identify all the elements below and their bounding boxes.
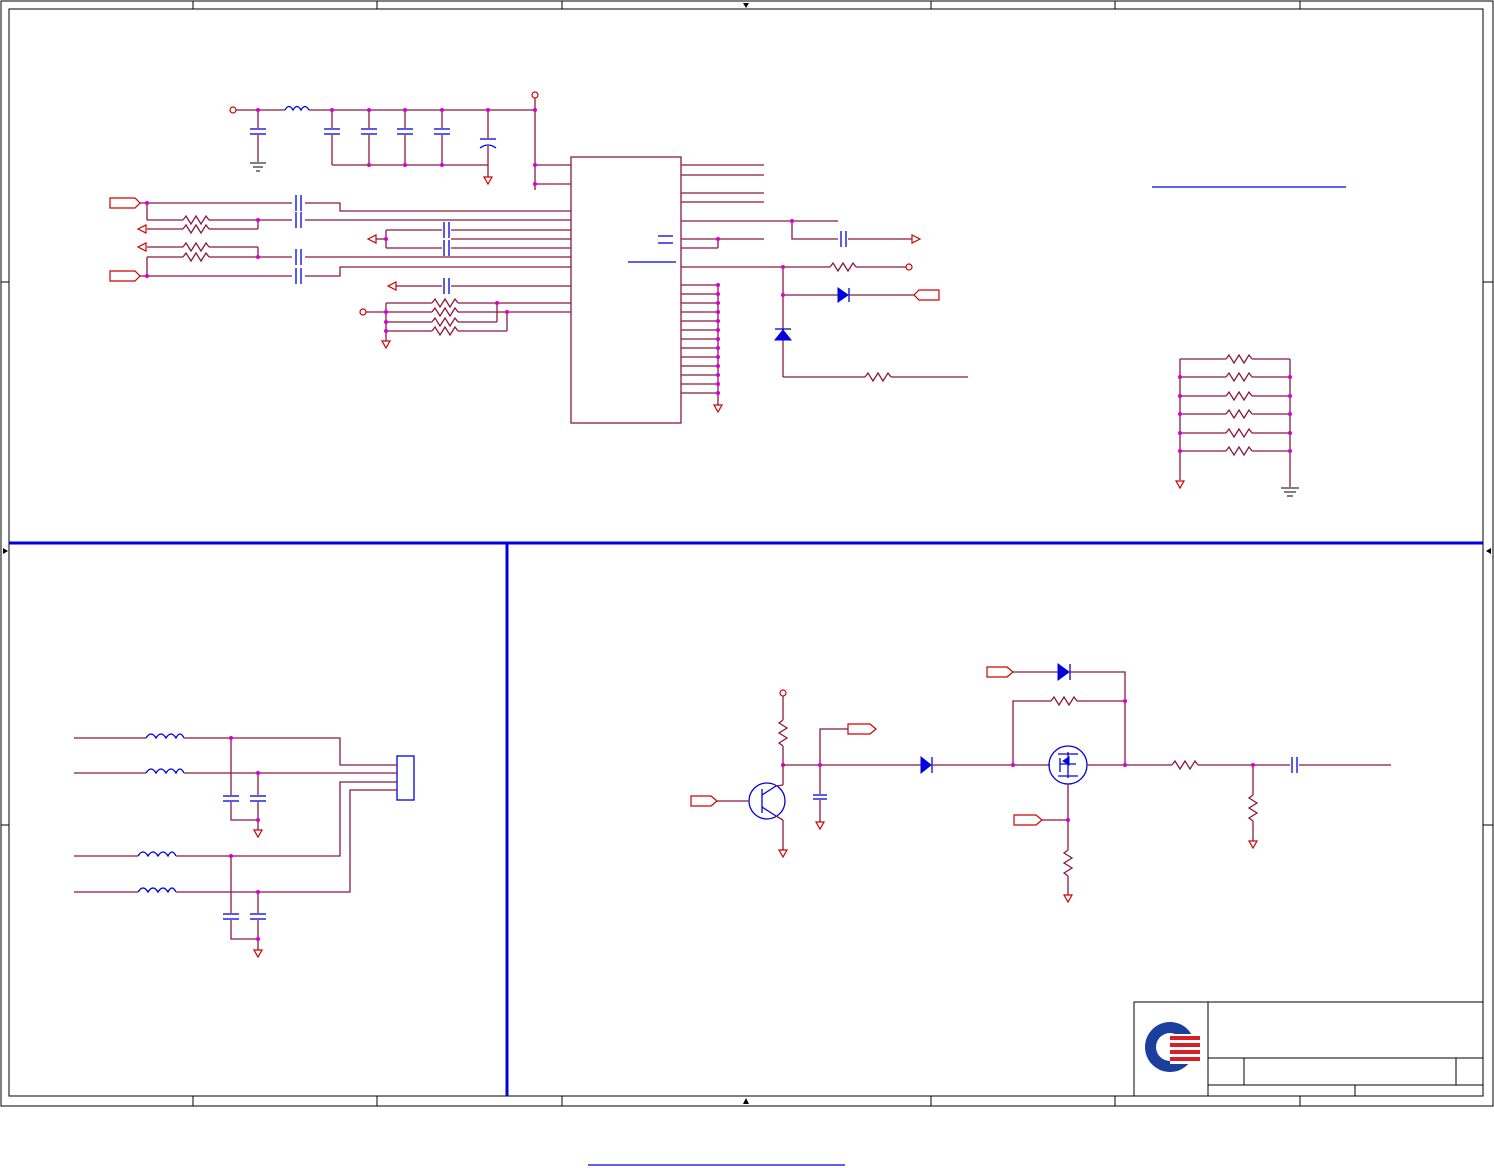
- decoupling-capacitor-bank: [256, 108, 537, 186]
- main-ic: [570, 156, 682, 424]
- top-circuit: [109, 91, 1346, 497]
- connector-filter-circuit: [74, 733, 415, 959]
- ic-ground-pins: [681, 283, 724, 414]
- npn-transistor: [748, 782, 786, 820]
- drawing-frame: [0, 0, 1494, 1107]
- title-block: [1133, 1001, 1484, 1097]
- net-port-flag: [109, 197, 141, 209]
- diode-symbol: [1057, 663, 1070, 681]
- diode-symbol: [837, 287, 849, 303]
- connector-symbol: [396, 755, 415, 801]
- inductor-symbol: [284, 105, 310, 112]
- schematic-sheet: [0, 0, 1494, 1166]
- company-logo: [1145, 1022, 1202, 1072]
- switch-driver-circuit: [690, 663, 1391, 904]
- strap-resistor-array: [1174, 353, 1299, 497]
